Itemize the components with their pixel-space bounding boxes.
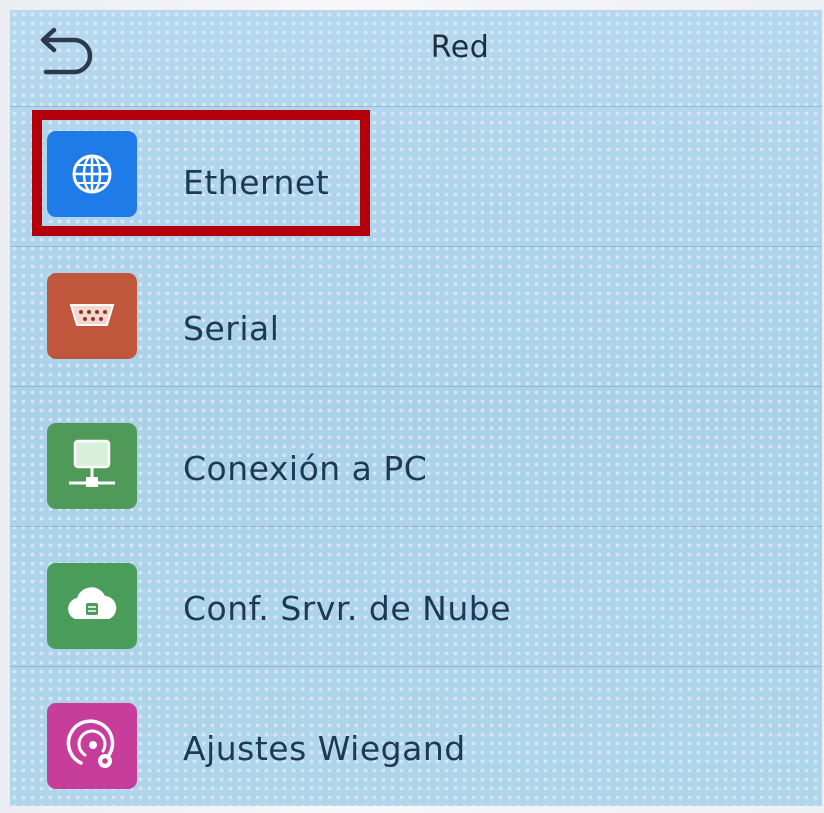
pc-connection-icon-tile [47,423,137,509]
ethernet-icon-tile [47,131,137,217]
menu-item-label: Conf. Srvr. de Nube [183,589,511,628]
wiegand-settings-icon [66,719,115,768]
cloud-server-icon-tile [47,563,137,649]
menu-item-pc-connection[interactable]: Conexión a PC [10,386,822,527]
menu-item-cloud-server[interactable]: Conf. Srvr. de Nube [10,526,822,667]
wiegand-icon-tile [47,703,137,789]
cloud-server-icon [68,587,117,619]
menu-item-ethernet[interactable]: Ethernet [10,106,822,247]
serial-port-icon [69,304,115,326]
serial-icon-tile [47,273,137,359]
menu-item-label: Serial [183,309,280,348]
menu-item-label: Conexión a PC [183,449,428,488]
pc-connection-icon [69,439,115,487]
header: Red [10,10,822,106]
menu-item-label: Ethernet [183,163,330,202]
menu-item-serial[interactable]: Serial [10,246,822,387]
menu-item-wiegand-settings[interactable]: Ajustes Wiegand [10,666,822,806]
page-title: Red [430,30,490,65]
device-screen: Red Ethernet Serial Conexión a PC Conf. … [10,10,822,806]
globe-icon [72,154,112,194]
menu-item-label: Ajustes Wiegand [183,729,466,768]
